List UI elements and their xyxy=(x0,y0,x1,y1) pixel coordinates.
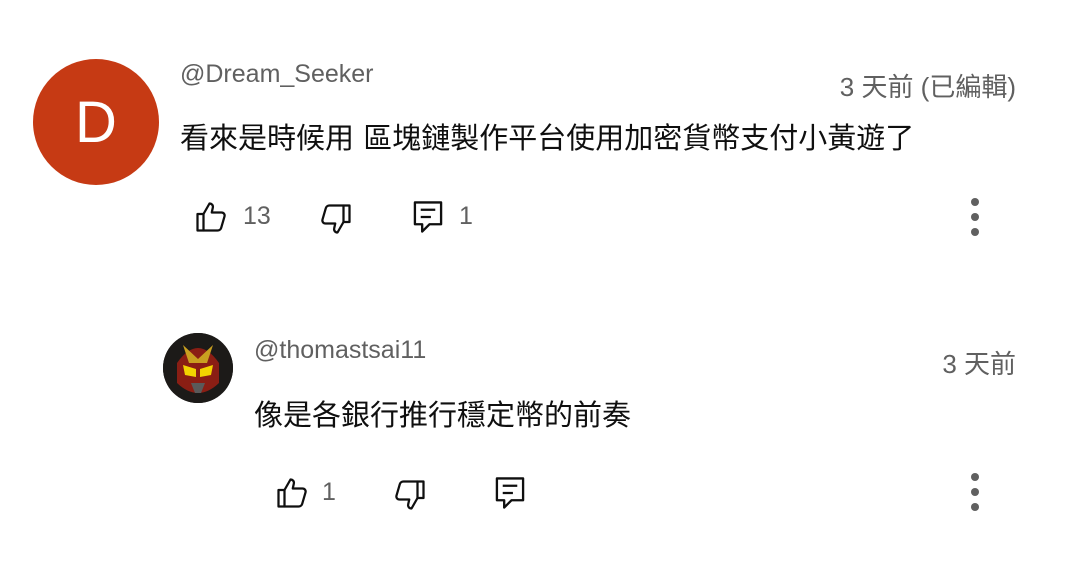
more-vert-icon xyxy=(971,473,979,511)
like-button[interactable] xyxy=(193,199,229,239)
comment-username[interactable]: @Dream_Seeker xyxy=(180,60,374,89)
like-count: 13 xyxy=(243,202,271,230)
like-count: 1 xyxy=(322,478,336,506)
comment-text: 像是各銀行推行穩定幣的前奏 xyxy=(254,398,632,432)
comment-timestamp[interactable]: 3 天前 xyxy=(942,344,1016,381)
reply-icon xyxy=(495,477,525,509)
like-button[interactable] xyxy=(274,475,310,515)
comment-text: 看來是時候用 區塊鏈製作平台使用加密貨幣支付小黃遊了 xyxy=(180,121,915,155)
dislike-button[interactable] xyxy=(318,201,354,241)
reply-button[interactable] xyxy=(494,475,526,515)
thumbs-up-icon xyxy=(277,478,307,508)
thumbs-down-icon xyxy=(395,480,425,510)
reply-icon xyxy=(413,201,443,233)
avatar-letter: D xyxy=(75,89,117,155)
thumbs-up-icon xyxy=(196,202,226,232)
reply-count: 1 xyxy=(459,202,473,230)
reply-button[interactable] xyxy=(412,199,444,239)
masked-rider-avatar xyxy=(163,333,233,403)
comment-username[interactable]: @thomastsai11 xyxy=(254,336,426,365)
comment-timestamp[interactable]: 3 天前 (已編輯) xyxy=(840,67,1016,104)
more-actions-button[interactable] xyxy=(960,470,990,520)
thumbs-down-icon xyxy=(321,204,351,234)
more-vert-icon xyxy=(971,198,979,236)
dislike-button[interactable] xyxy=(392,477,428,517)
more-actions-button[interactable] xyxy=(960,195,990,245)
avatar[interactable] xyxy=(163,333,233,403)
avatar[interactable]: D xyxy=(33,59,159,185)
